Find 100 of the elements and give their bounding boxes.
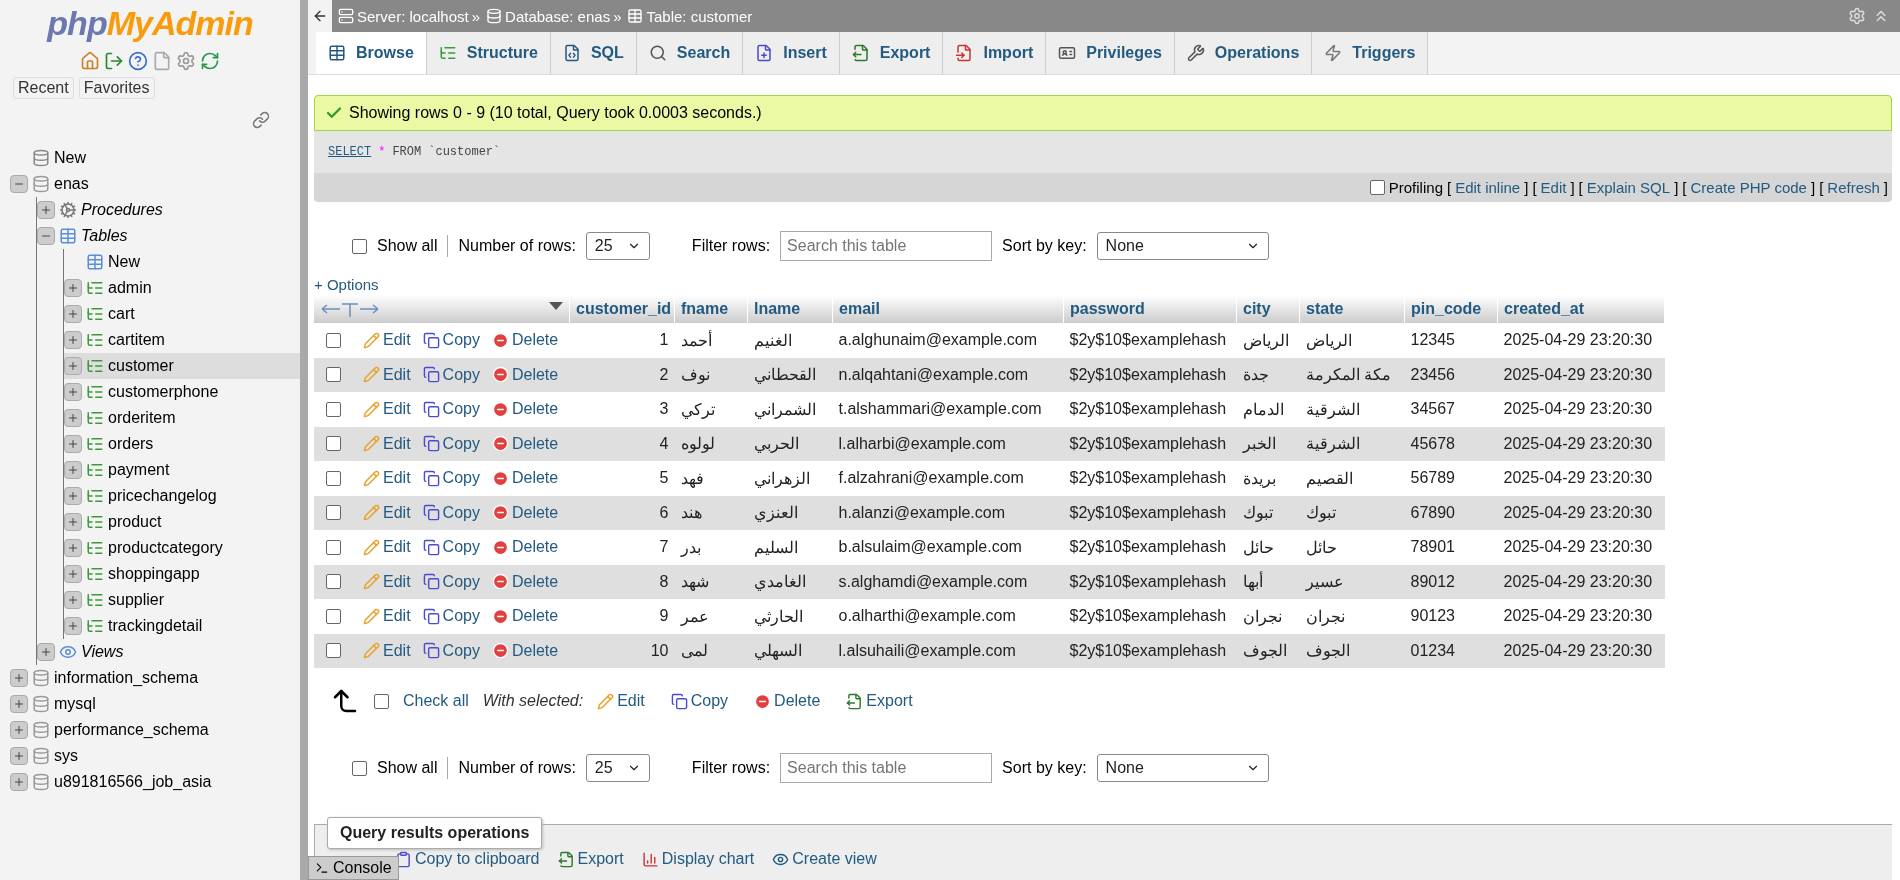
settings-icon[interactable] — [176, 51, 196, 71]
tab[interactable]: Privileges — [1046, 32, 1175, 74]
tree-item[interactable]: customerphone — [64, 379, 300, 405]
column-header[interactable]: state — [1299, 295, 1405, 323]
query-link[interactable]: Edit — [1540, 179, 1567, 196]
expand-icon[interactable] — [64, 617, 82, 635]
row-action-link[interactable]: Delete — [491, 365, 559, 384]
row-checkbox[interactable] — [326, 608, 341, 624]
back-button[interactable] — [308, 0, 332, 32]
checkbox[interactable] — [352, 760, 367, 776]
row-action-link[interactable]: Edit — [363, 641, 411, 660]
console-button[interactable]: Console — [308, 856, 399, 880]
expand-icon[interactable] — [10, 721, 28, 739]
row-action-link[interactable]: Copy — [422, 572, 480, 591]
tree-item[interactable]: productcategory — [64, 535, 300, 561]
row-action-link[interactable]: Delete — [491, 503, 559, 522]
tree-item[interactable]: product — [64, 509, 300, 535]
expand-icon[interactable] — [64, 591, 82, 609]
row-action-link[interactable]: Delete — [491, 400, 559, 419]
bulk-action-button[interactable]: Edit — [597, 692, 645, 710]
rows-select[interactable]: 25 — [585, 754, 650, 782]
tree-item[interactable]: payment — [64, 457, 300, 483]
sort-select[interactable]: None — [1096, 232, 1269, 260]
tree-item[interactable]: admin — [64, 275, 300, 301]
tree-item[interactable]: shoppingapp — [64, 561, 300, 587]
link-icon[interactable] — [252, 111, 270, 129]
row-action-link[interactable]: Copy — [422, 400, 480, 419]
operation-link[interactable]: Display chart — [641, 850, 755, 868]
column-header[interactable]: city — [1236, 295, 1300, 323]
dropdown-icon[interactable] — [549, 301, 563, 311]
row-checkbox[interactable] — [326, 505, 341, 521]
tree-item[interactable]: supplier — [64, 587, 300, 613]
expand-icon[interactable] — [64, 383, 82, 401]
tab[interactable]: SQL — [550, 32, 637, 74]
column-header[interactable]: fname — [674, 295, 748, 323]
logo[interactable]: phpMyAdmin — [0, 4, 300, 43]
row-action-link[interactable]: Copy — [422, 607, 480, 626]
row-action-link[interactable]: Delete — [491, 331, 559, 350]
row-action-link[interactable]: Copy — [422, 503, 480, 522]
query-link[interactable]: Refresh — [1827, 179, 1880, 196]
expand-icon[interactable] — [10, 695, 28, 713]
row-action-link[interactable]: Delete — [491, 641, 559, 660]
column-header[interactable]: email — [832, 295, 1064, 323]
tree-item[interactable]: u891816566_job_asia — [10, 769, 300, 795]
row-checkbox[interactable] — [326, 539, 341, 555]
column-header[interactable]: lname — [747, 295, 833, 323]
column-header[interactable]: password — [1063, 295, 1237, 323]
tree-item[interactable]: Procedures — [37, 197, 300, 223]
search-field[interactable]: Search this table — [780, 753, 993, 783]
row-checkbox[interactable] — [326, 401, 341, 417]
tree-item[interactable]: orderitem — [64, 405, 300, 431]
expand-icon[interactable] — [64, 487, 82, 505]
help-icon[interactable] — [128, 51, 148, 71]
tree-item[interactable]: New — [64, 249, 300, 275]
row-action-link[interactable]: Edit — [363, 503, 411, 522]
tab[interactable]: Search — [636, 32, 744, 74]
expand-icon[interactable] — [64, 357, 82, 375]
row-action-link[interactable]: Copy — [422, 469, 480, 488]
row-action-link[interactable]: Delete — [491, 607, 559, 626]
row-action-link[interactable]: Edit — [363, 400, 411, 419]
column-header[interactable]: customer_id — [569, 295, 675, 323]
checkbox[interactable] — [374, 693, 389, 709]
breadcrumb-link[interactable]: Server: localhost — [357, 7, 469, 25]
tree-item[interactable]: orders — [64, 431, 300, 457]
expand-icon[interactable] — [10, 773, 28, 791]
row-action-link[interactable]: Delete — [491, 434, 559, 453]
expand-icon[interactable] — [10, 669, 28, 687]
expand-icon[interactable] — [64, 409, 82, 427]
expand-icon[interactable] — [64, 513, 82, 531]
row-action-link[interactable]: Copy — [422, 365, 480, 384]
row-checkbox[interactable] — [326, 574, 341, 590]
tab[interactable]: Import — [943, 32, 1047, 74]
expand-icon[interactable] — [37, 201, 55, 219]
tree-item[interactable]: Views — [37, 639, 300, 665]
row-action-link[interactable]: Edit — [363, 365, 411, 384]
column-header[interactable]: pin_code — [1404, 295, 1498, 323]
query-link[interactable]: Explain SQL — [1586, 179, 1671, 196]
row-action-link[interactable]: Edit — [363, 538, 411, 557]
row-checkbox[interactable] — [326, 367, 341, 383]
rows-select[interactable]: 25 — [585, 232, 650, 260]
document-icon[interactable] — [152, 51, 172, 71]
tree-item[interactable]: performance_schema — [10, 717, 300, 743]
tree-item[interactable]: trackingdetail — [64, 613, 300, 639]
collapse-icon[interactable] — [10, 175, 28, 193]
collapse-icon[interactable] — [37, 227, 55, 245]
tab[interactable]: Browse — [316, 32, 427, 74]
exit-icon[interactable] — [104, 51, 124, 71]
tree-item[interactable]: mysql — [10, 691, 300, 717]
checkbox[interactable] — [1369, 180, 1385, 195]
column-header[interactable]: created_at — [1497, 295, 1665, 323]
tab[interactable]: Operations — [1174, 32, 1313, 74]
expand-icon[interactable] — [64, 461, 82, 479]
row-checkbox[interactable] — [326, 643, 341, 659]
tab[interactable]: Insert — [743, 32, 840, 74]
row-checkbox[interactable] — [326, 332, 341, 348]
tab[interactable]: Export — [839, 32, 944, 74]
tab[interactable]: Structure — [426, 32, 551, 74]
tree-item[interactable]: enas — [10, 171, 300, 197]
operation-link[interactable]: Export — [557, 850, 624, 868]
query-link[interactable]: Edit inline — [1455, 179, 1521, 196]
